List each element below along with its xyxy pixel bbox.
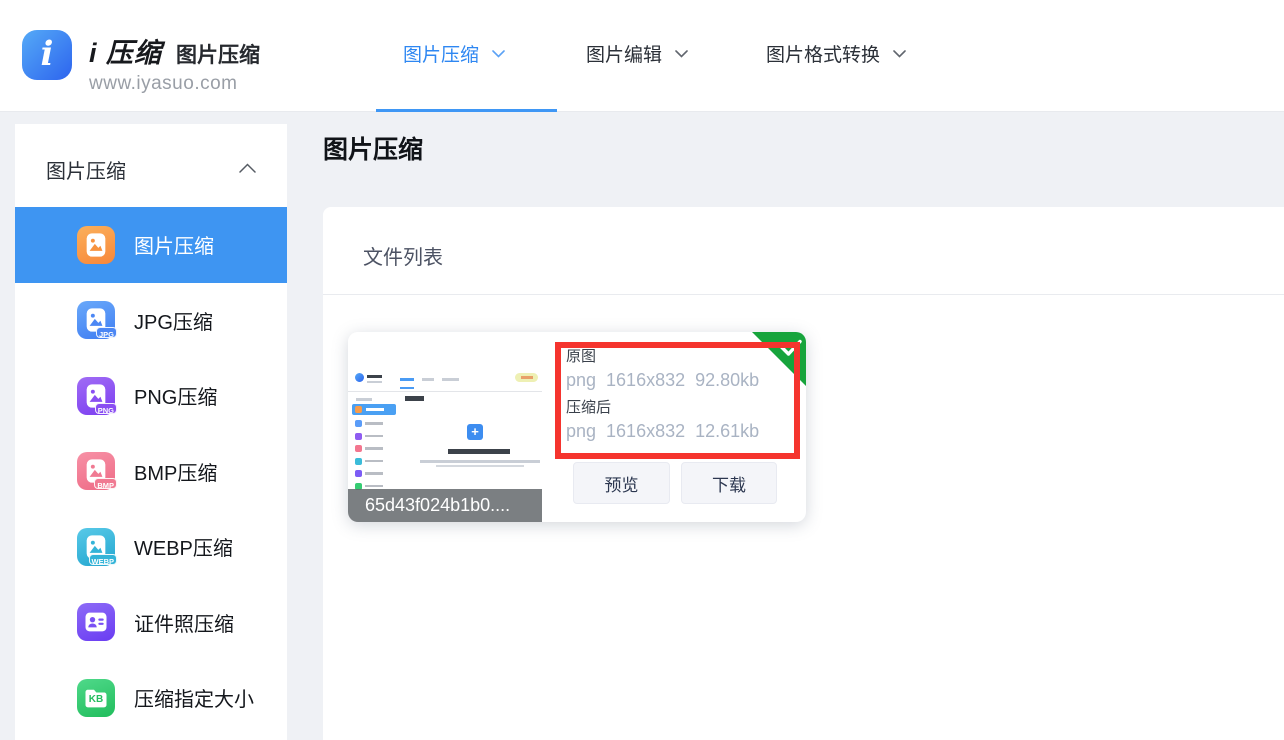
thumbnail-mini-screenshot: +: [348, 332, 542, 489]
file-list-panel: 文件列表: [323, 207, 1284, 740]
mini-logo: [355, 373, 364, 382]
sidebar-item-label: 证件照压缩: [134, 608, 234, 637]
format-badge: BMP: [94, 478, 117, 489]
active-tab-underline: [376, 109, 557, 112]
format-badge: JPG: [96, 327, 117, 338]
brand-name: i 压缩: [89, 31, 162, 70]
mini-vip-button: [515, 373, 538, 382]
sidebar-item-bmp-compress[interactable]: BMP BMP压缩: [15, 434, 287, 510]
panel-divider: [323, 294, 1284, 295]
compressed-label: 压缩后: [566, 396, 759, 419]
jpg-compress-icon: JPG: [77, 301, 115, 339]
kb-badge: KB: [77, 694, 115, 705]
chevron-down-icon: [893, 50, 906, 58]
chevron-up-icon: [239, 163, 256, 173]
sidebar-item-id-photo-compress[interactable]: 证件照压缩: [15, 585, 287, 661]
checkmark-icon: [780, 339, 802, 356]
file-info: 原图 png 1616x832 92.80kb 压缩后 png 1616x832…: [566, 345, 759, 447]
sidebar-item-label: 压缩指定大小: [134, 683, 254, 712]
panel-title: 文件列表: [363, 241, 443, 270]
mini-sidebar-active: [352, 404, 396, 415]
sidebar-item-compress-to-size[interactable]: KB 压缩指定大小: [15, 660, 287, 736]
sidebar-item-label: PNG压缩: [134, 381, 217, 410]
app-header: i i 压缩 图片压缩 www.iyasuo.com 图片压缩 图片编辑 图片格…: [0, 0, 1284, 112]
image-compress-icon: [77, 226, 115, 264]
brand-url: www.iyasuo.com: [89, 73, 260, 95]
kb-size-icon: KB: [77, 679, 115, 717]
tab-label: 图片压缩: [403, 40, 479, 67]
sidebar-item-label: 图片压缩: [134, 230, 214, 259]
file-thumbnail[interactable]: + 65d43f024b1b0....: [348, 332, 542, 522]
chevron-down-icon: [675, 50, 688, 58]
id-photo-icon: [77, 603, 115, 641]
original-info: png 1616x832 92.80kb: [566, 368, 759, 393]
tab-image-compress[interactable]: 图片压缩: [403, 40, 505, 66]
sidebar-item-png-compress[interactable]: PNG PNG压缩: [15, 358, 287, 434]
tab-image-edit[interactable]: 图片编辑: [586, 40, 688, 66]
sidebar-item-label: BMP压缩: [134, 457, 217, 486]
page-title: 图片压缩: [323, 130, 423, 166]
format-badge: PNG: [95, 403, 117, 414]
site-logo[interactable]: i i 压缩 图片压缩 www.iyasuo.com: [22, 30, 260, 95]
sidebar-item-label: WEBP压缩: [134, 532, 233, 561]
tab-label: 图片格式转换: [766, 40, 880, 67]
file-name: 65d43f024b1b0....: [348, 489, 542, 522]
sidebar-item-jpg-compress[interactable]: JPG JPG压缩: [15, 283, 287, 359]
mini-upload-button: +: [467, 424, 483, 440]
chevron-down-icon: [492, 50, 505, 58]
preview-button[interactable]: 预览: [573, 462, 670, 504]
tab-label: 图片编辑: [586, 40, 662, 67]
sidebar-item-image-compress[interactable]: 图片压缩: [15, 207, 287, 283]
format-badge: WEBP: [89, 554, 118, 565]
sidebar-group-title: 图片压缩: [46, 155, 126, 184]
sidebar-item-webp-compress[interactable]: WEBP WEBP压缩: [15, 509, 287, 585]
logo-icon: i: [22, 30, 72, 80]
bmp-compress-icon: BMP: [77, 452, 115, 490]
webp-compress-icon: WEBP: [77, 528, 115, 566]
brand-suffix: 图片压缩: [176, 39, 260, 69]
original-label: 原图: [566, 345, 759, 368]
download-button[interactable]: 下载: [681, 462, 777, 504]
png-compress-icon: PNG: [77, 377, 115, 415]
sidebar: 图片压缩 图片压缩 JPG JPG压缩 PNG PNG压缩 BMP BMP压缩: [15, 124, 287, 740]
compressed-info: png 1616x832 12.61kb: [566, 419, 759, 444]
file-item-card: + 65d43f024b1b0.... 原图 png 1616x832 92.8…: [348, 332, 806, 522]
tab-format-convert[interactable]: 图片格式转换: [766, 40, 906, 66]
sidebar-item-label: JPG压缩: [134, 306, 213, 335]
sidebar-group-header[interactable]: 图片压缩: [15, 124, 287, 207]
